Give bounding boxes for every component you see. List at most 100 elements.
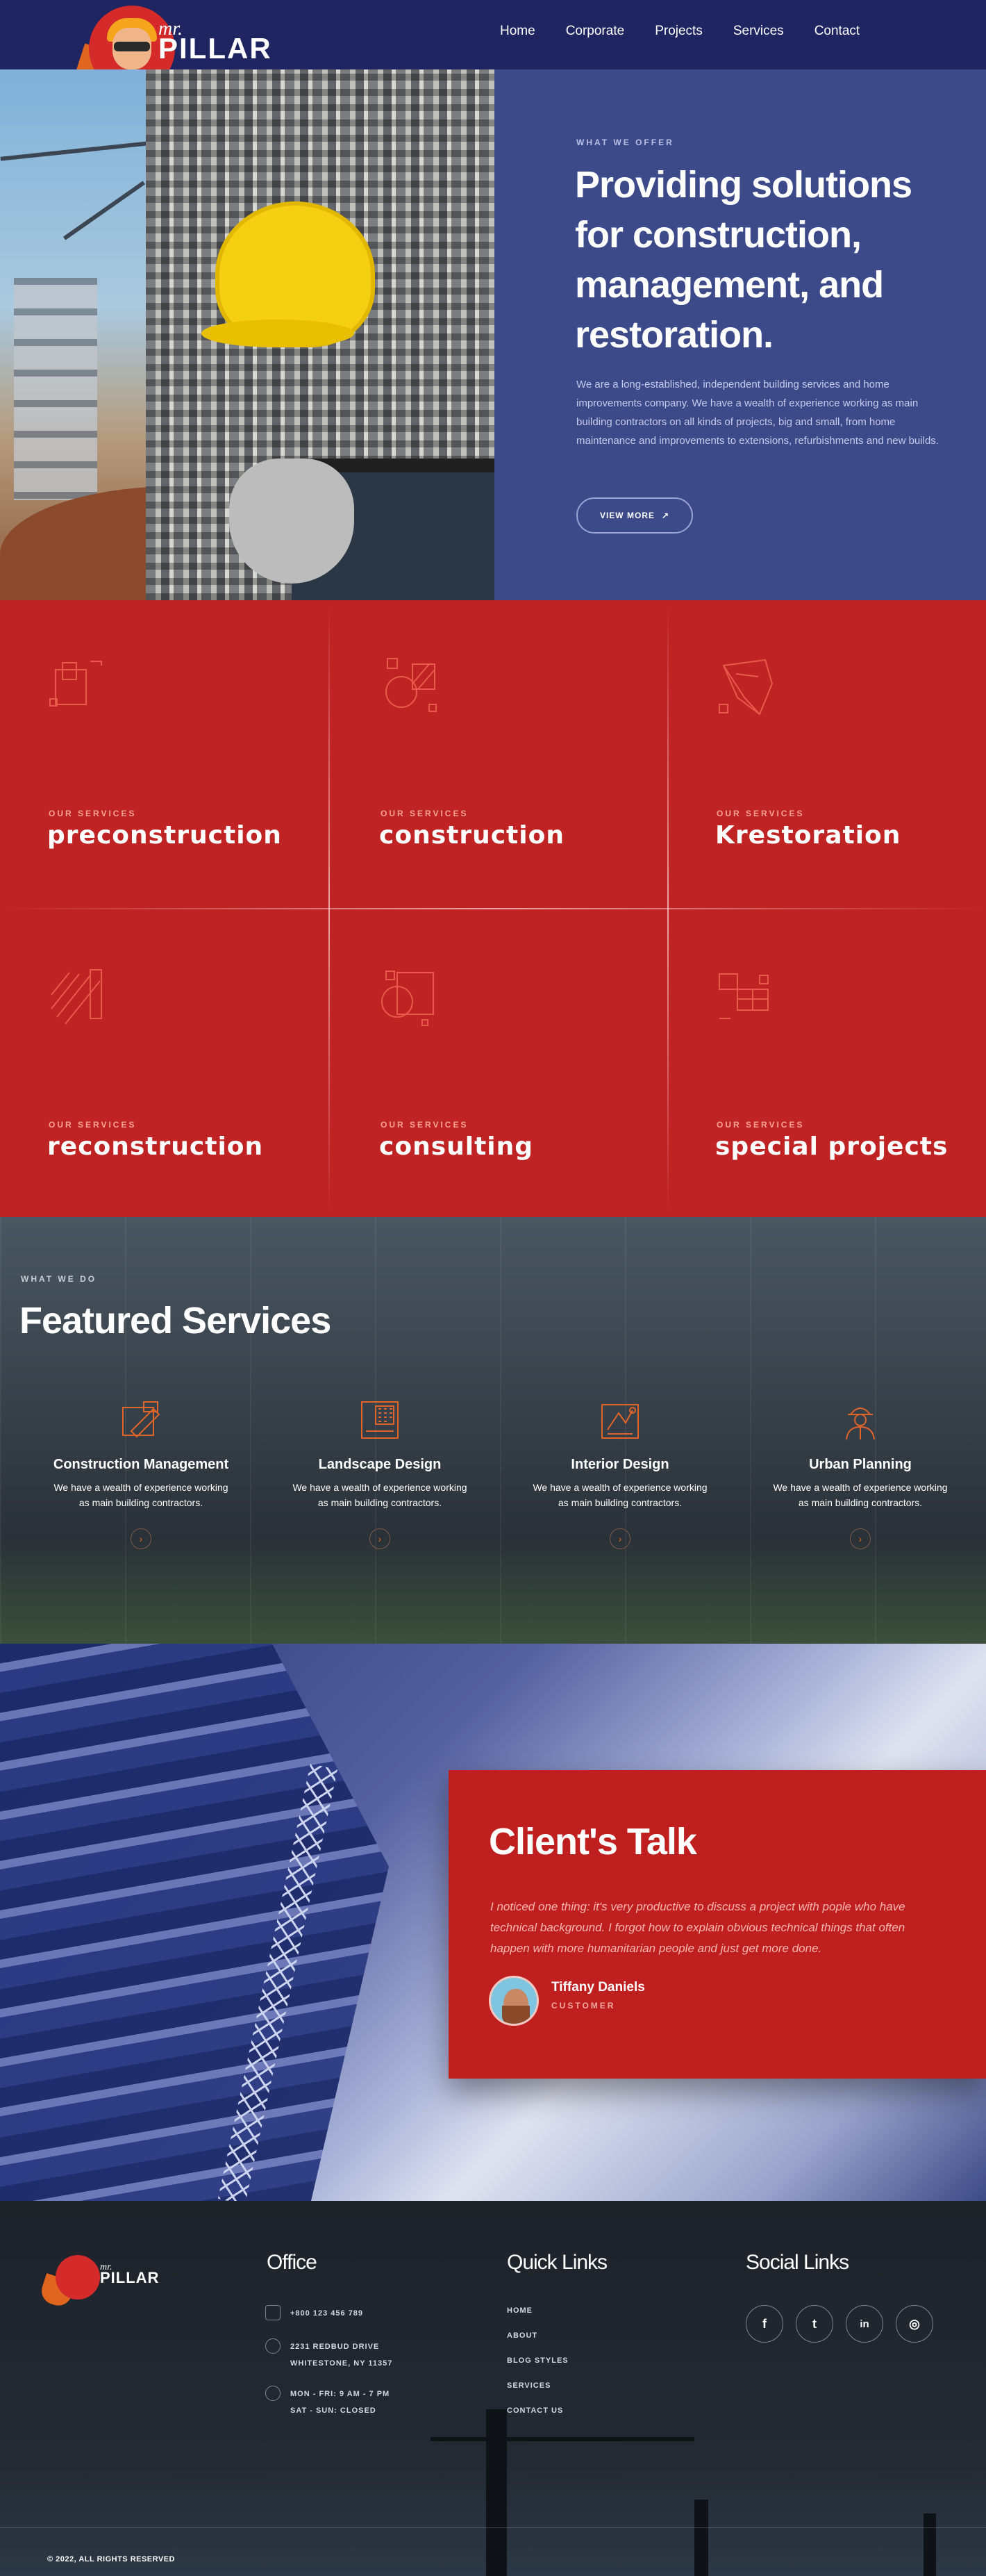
hatch-icon	[51, 969, 102, 1025]
service-tile-consulting[interactable]: OUR SERVICES consulting	[332, 911, 660, 1220]
quick-link-blog-styles[interactable]: BLOG STYLES	[507, 2356, 569, 2365]
chevron-right-icon[interactable]: ›	[369, 1528, 390, 1549]
nav-item-projects[interactable]: Projects	[655, 24, 703, 39]
crane-silhouette-shape	[486, 2409, 507, 2576]
service-eyebrow: OUR SERVICES	[381, 809, 469, 818]
location-pin-icon	[265, 2338, 281, 2354]
service-eyebrow: OUR SERVICES	[381, 1120, 469, 1130]
featured-services-section: WHAT WE DO Featured Services Constructio…	[0, 1217, 986, 1644]
office-heading: Office	[267, 2251, 317, 2274]
office-address-line1: 2231 REDBUD DRIVE	[290, 2343, 380, 2351]
feature-card: Urban Planning We have a wealth of exper…	[739, 1398, 982, 1549]
featured-eyebrow: WHAT WE DO	[21, 1274, 97, 1284]
testimonial-quote: I noticed one thing: it's very productiv…	[490, 1900, 905, 1955]
feature-card-desc: We have a wealth of experience working a…	[533, 1482, 708, 1508]
feature-card-title: Interior Design	[571, 1457, 669, 1472]
crane-silhouette-shape	[924, 2513, 936, 2576]
trowel-icon	[122, 1401, 160, 1438]
feature-card-title: Landscape Design	[318, 1457, 442, 1472]
quick-link-about[interactable]: ABOUT	[507, 2331, 537, 2340]
crane-arm-shape	[62, 181, 146, 240]
feature-card-desc: We have a wealth of experience working a…	[53, 1482, 228, 1508]
office-phone[interactable]: +800 123 456 789	[290, 2305, 363, 2322]
chevron-right-icon[interactable]: ›	[131, 1528, 151, 1549]
brand-logo[interactable]: mr. PILLAR	[69, 0, 292, 103]
blueprint-icon	[49, 661, 102, 707]
service-title: special projects	[715, 1132, 949, 1161]
building-backdrop-shape	[0, 1644, 389, 2201]
grid-icon	[719, 973, 769, 1019]
service-tile-reconstruction[interactable]: OUR SERVICES reconstruction	[0, 911, 328, 1220]
instagram-icon[interactable]: ◎	[896, 2305, 933, 2343]
service-tile-preconstruction[interactable]: OUR SERVICES preconstruction	[0, 600, 328, 909]
clock-icon	[265, 2386, 281, 2401]
view-more-button[interactable]: VIEW MORE ↗	[576, 497, 693, 534]
testimonial-author: Tiffany Daniels	[551, 1980, 645, 1995]
service-tile-restoration[interactable]: OUR SERVICES Krestoration	[668, 600, 986, 909]
service-eyebrow: OUR SERVICES	[49, 809, 137, 818]
logo-mask-shape	[114, 42, 150, 51]
services-grid: OUR SERVICES preconstruction OUR SERVICE…	[0, 600, 986, 1217]
linkedin-icon[interactable]: in	[846, 2305, 883, 2343]
quick-link-contact-us[interactable]: CONTACT US	[507, 2406, 563, 2415]
view-more-label: VIEW MORE	[599, 511, 655, 520]
service-tile-special-projects[interactable]: OUR SERVICES special projects	[668, 911, 986, 1220]
quick-link-home[interactable]: HOME	[507, 2306, 533, 2315]
service-title: reconstruction	[47, 1132, 264, 1161]
feature-card-title: Urban Planning	[809, 1457, 912, 1472]
service-eyebrow: OUR SERVICES	[49, 1120, 137, 1130]
service-title: preconstruction	[47, 821, 282, 850]
testimonial-title: Client's Talk	[489, 1821, 697, 1863]
feature-card: Construction Management We have a wealth…	[19, 1398, 262, 1549]
feature-card: Interior Design We have a wealth of expe…	[499, 1398, 742, 1549]
feature-card-desc: We have a wealth of experience working a…	[292, 1482, 467, 1508]
copyright-text: © 2022, ALL RIGHTS RESERVED	[47, 2555, 176, 2563]
nav-item-home[interactable]: Home	[500, 24, 535, 39]
worker-icon	[846, 1407, 875, 1440]
nav-item-corporate[interactable]: Corporate	[566, 24, 625, 39]
logo-mascot-badge	[56, 2255, 100, 2300]
crane-silhouette-shape	[431, 2437, 694, 2441]
footer-divider	[0, 2527, 986, 2528]
grid-plan-icon	[361, 1401, 399, 1439]
footer-logo[interactable]: mr. PILLAR	[37, 2249, 181, 2312]
hard-hat-brim-shape	[201, 320, 354, 347]
quick-link-services[interactable]: SERVICES	[507, 2381, 551, 2390]
testimonial-role: CUSTOMER	[551, 2001, 616, 2011]
work-glove-shape	[229, 459, 354, 584]
service-tile-construction[interactable]: OUR SERVICES construction	[332, 600, 660, 909]
chevron-right-icon[interactable]: ›	[850, 1528, 871, 1549]
building-frame-shape	[14, 278, 97, 500]
twitter-icon[interactable]: t	[796, 2305, 833, 2343]
service-eyebrow: OUR SERVICES	[717, 1120, 805, 1130]
site-footer: mr. PILLAR Office +800 123 456 789 2231 …	[0, 2201, 986, 2576]
tools-icon	[385, 658, 437, 712]
testimonial-section: Client's Talk I noticed one thing: it's …	[0, 1644, 986, 2201]
restoration-icon	[719, 659, 774, 716]
quick-links-heading: Quick Links	[507, 2251, 608, 2274]
nav-item-services[interactable]: Services	[733, 24, 784, 39]
testimonial-card: Client's Talk I noticed one thing: it's …	[449, 1770, 986, 2079]
hero-eyebrow: WHAT WE OFFER	[576, 138, 674, 147]
feature-card-title: Construction Management	[53, 1457, 229, 1472]
top-navigation: mr. PILLAR Home Corporate Projects Servi…	[0, 0, 986, 103]
avatar	[489, 1976, 539, 2026]
shapes-icon	[381, 971, 434, 1026]
logo-name: PILLAR	[158, 32, 272, 65]
crane-silhouette-shape	[694, 2500, 708, 2576]
logo-name: PILLAR	[100, 2269, 160, 2286]
office-hours-line1: MON - FRI: 9 AM - 7 PM	[290, 2390, 390, 2398]
drafting-icon	[601, 1404, 639, 1439]
service-title: consulting	[379, 1132, 534, 1161]
nav-item-contact[interactable]: Contact	[814, 24, 860, 39]
facebook-icon[interactable]: f	[746, 2305, 783, 2343]
avatar-beard-shape	[502, 2006, 530, 2024]
hero-text-panel: WHAT WE OFFER Providing solutions for co…	[494, 69, 986, 600]
hero-description: We are a long-established, independent b…	[576, 379, 939, 447]
chevron-right-icon[interactable]: ›	[610, 1528, 630, 1549]
service-eyebrow: OUR SERVICES	[717, 809, 805, 818]
social-links-heading: Social Links	[746, 2251, 849, 2274]
hero-worker-image	[0, 69, 494, 600]
office-address-line2: WHITESTONE, NY 11357	[290, 2359, 393, 2368]
service-title: Krestoration	[715, 821, 901, 850]
